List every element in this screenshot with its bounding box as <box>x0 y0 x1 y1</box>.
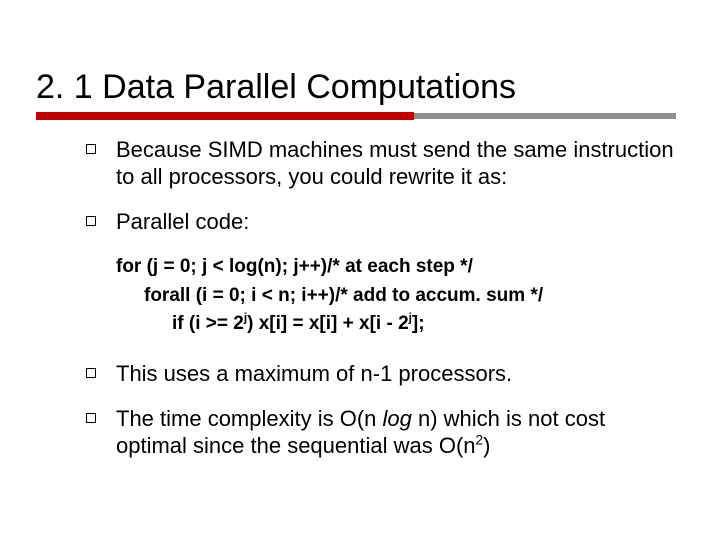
complexity-sup: 2 <box>476 432 484 447</box>
bullet-processors: This uses a maximum of n-1 processors. <box>86 361 676 388</box>
code-line-3-post: ]; <box>412 313 425 334</box>
code-line-3: if (i >= 2j) x[i] = x[i] + x[i - 2j]; <box>116 310 676 339</box>
code-block: for (j = 0; j < log(n); j++)/* at each s… <box>116 253 676 339</box>
slide-title: 2. 1 Data Parallel Computations <box>36 68 684 107</box>
complexity-post: ) <box>483 433 490 458</box>
complexity-log: log <box>383 406 412 431</box>
bullet-list-1: Because SIMD machines must send the same… <box>86 137 676 235</box>
code-line-1: for (j = 0; j < log(n); j++)/* at each s… <box>116 253 676 282</box>
bullet-parallel-code: Parallel code: <box>86 209 676 236</box>
code-line-3-pre: if (i >= 2 <box>172 313 244 334</box>
content-area: Because SIMD machines must send the same… <box>36 137 676 459</box>
slide: 2. 1 Data Parallel Computations Because … <box>0 0 720 540</box>
rule-red <box>36 112 414 120</box>
bullet-intro: Because SIMD machines must send the same… <box>86 137 676 191</box>
bullet-complexity: The time complexity is O(n log n) which … <box>86 406 676 460</box>
bullet-list-2: This uses a maximum of n-1 processors. T… <box>86 361 676 459</box>
title-underline <box>36 113 676 119</box>
code-line-3-mid: ) x[i] = x[i] + x[i - 2 <box>247 313 409 334</box>
complexity-pre: The time complexity is O(n <box>116 406 383 431</box>
code-line-2: forall (i = 0; i < n; i++)/* add to accu… <box>116 282 676 311</box>
